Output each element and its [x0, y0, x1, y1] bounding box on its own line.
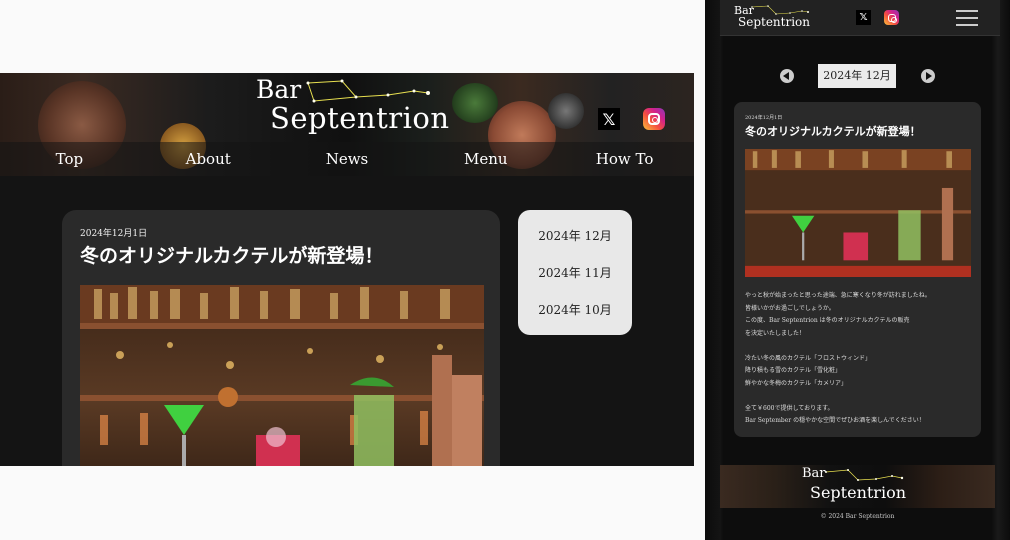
logo-name-text: Septentrion — [810, 483, 907, 502]
post-body-line: 全て￥600で提供しております。 — [745, 404, 834, 412]
instagram-icon[interactable] — [884, 10, 899, 25]
post-body-gap — [745, 390, 975, 403]
news-post-card: 2024年12月1日 冬のオリジナルカクテルが新登場！ やっと秋が始まったと思っ… — [734, 102, 981, 437]
nav-news[interactable]: News — [278, 142, 417, 176]
archive-month-link[interactable]: 2024年 11月 — [518, 255, 632, 292]
post-body-line: 冷たい冬の風のカクテル「フロストウィンド」 — [745, 354, 872, 362]
cocktail-photo — [80, 285, 484, 466]
logo-bar-text: Bar — [802, 466, 826, 481]
archive-month-link[interactable]: 2024年 10月 — [518, 292, 632, 329]
logo-name-text: Septentrion — [270, 101, 450, 135]
mobile-header: Bar Septentrion 𝕏 — [720, 0, 1000, 36]
post-date: 2024年12月1日 — [80, 229, 148, 239]
x-glyph: 𝕏 — [602, 109, 616, 129]
prev-month-icon[interactable] — [780, 69, 794, 83]
constellation-icon — [825, 469, 904, 481]
logo-bar-text: Bar — [256, 75, 302, 104]
x-glyph: 𝕏 — [859, 12, 868, 23]
post-body-line: 鮮やかな冬梅のカクテル「カメリア」 — [745, 379, 848, 387]
month-archive: 2024年 12月 2024年 11月 2024年 10月 — [518, 210, 632, 335]
main-nav: Top About News Menu How To — [0, 142, 694, 176]
current-month: 2024年 12月 — [818, 64, 896, 88]
instagram-icon[interactable] — [643, 108, 665, 130]
post-body-line: やっと秋が始まったと思った途端、急に寒くなり冬が訪れましたね。 — [745, 292, 931, 299]
cocktail-photo — [745, 149, 971, 277]
post-body-line: この度、Bar Septentrion は冬のオリジナルカクテルの販売 — [745, 317, 910, 324]
post-body: やっと秋が始まったと思った途端、急に寒くなり冬が訪れましたね。 皆様いかがお過ご… — [745, 290, 975, 428]
post-title: 冬のオリジナルカクテルが新登場！ — [745, 125, 921, 138]
nav-top[interactable]: Top — [0, 142, 139, 176]
site-logo[interactable]: Bar Septentrion — [256, 75, 449, 139]
post-date: 2024年12月1日 — [745, 115, 783, 121]
post-title: 冬のオリジナルカクテルが新登場！ — [80, 245, 384, 267]
post-body-line: Bar September の穏やかな空間でぜひお酒を楽しんでください！ — [745, 417, 925, 424]
mobile-view: Bar Septentrion 𝕏 2024年 12月 2024年12月1日 冬… — [705, 0, 1010, 540]
logo-name-text: Septentrion — [738, 15, 811, 29]
nav-menu[interactable]: Menu — [416, 142, 555, 176]
menu-hamburger-icon[interactable] — [956, 10, 978, 26]
post-body-line: を決定いたしました！ — [745, 329, 806, 337]
post-body-line: 降り積もる雪のカクテル「雪化粧」 — [745, 367, 842, 374]
desktop-view: Bar Septentrion 𝕏 Top About News Menu Ho… — [0, 73, 694, 466]
post-body-gap — [745, 340, 975, 353]
header-banner: Bar Septentrion 𝕏 Top About News Menu Ho… — [0, 73, 694, 176]
x-icon[interactable]: 𝕏 — [856, 10, 871, 25]
nav-about[interactable]: About — [139, 142, 278, 176]
next-month-icon[interactable] — [921, 69, 935, 83]
news-post-card: 2024年12月1日 冬のオリジナルカクテルが新登場！ — [62, 210, 500, 466]
copyright: © 2024 Bar Septentrion — [820, 513, 895, 520]
x-icon[interactable]: 𝕏 — [598, 108, 620, 130]
nav-how-to[interactable]: How To — [555, 142, 694, 176]
month-switcher: 2024年 12月 — [780, 64, 940, 88]
archive-month-link[interactable]: 2024年 12月 — [518, 218, 632, 255]
footer-banner: Bar Septentrion — [720, 465, 995, 508]
post-body-line: 皆様いかがお過ごしでしょうか。 — [745, 304, 835, 312]
